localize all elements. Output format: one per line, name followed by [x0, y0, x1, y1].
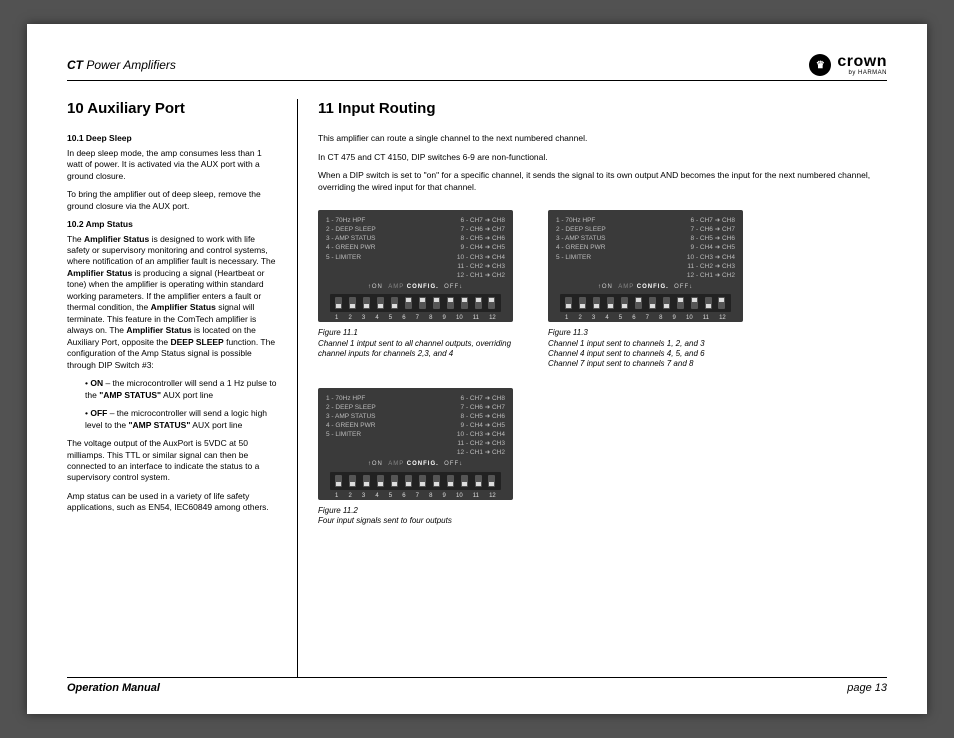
column-left: 10 Auxiliary Port 10.1 Deep Sleep In dee… [67, 99, 297, 677]
bullet-list: • ON – the microcontroller will send a 1… [85, 378, 277, 431]
figures-row-2: 1 - 70Hz HPF2 - DEEP SLEEP3 - AMP STATUS… [318, 388, 887, 527]
brand-text: crown by HARMAN [837, 54, 887, 76]
document-page: CT Power Amplifiers ♛ crown by HARMAN 10… [27, 24, 927, 714]
brand-logo: ♛ crown by HARMAN [809, 54, 887, 76]
footer-right: page 13 [847, 682, 887, 694]
brand-name: crown [837, 54, 887, 70]
para: When a DIP switch is set to "on" for a s… [318, 170, 887, 193]
dip-switch-diagram: 1 - 70Hz HPF2 - DEEP SLEEP3 - AMP STATUS… [548, 210, 743, 322]
figure-11-2: 1 - 70Hz HPF2 - DEEP SLEEP3 - AMP STATUS… [318, 388, 518, 527]
section-10-title: 10 Auxiliary Port [67, 99, 277, 119]
dip-switch-diagram: 1 - 70Hz HPF2 - DEEP SLEEP3 - AMP STATUS… [318, 210, 513, 322]
section-10-1-title: 10.1 Deep Sleep [67, 133, 277, 144]
para: The Amplifier Status is designed to work… [67, 234, 277, 372]
figure-11-3: 1 - 70Hz HPF2 - DEEP SLEEP3 - AMP STATUS… [548, 210, 748, 370]
para: In CT 475 and CT 4150, DIP switches 6-9 … [318, 152, 887, 163]
crown-icon: ♛ [809, 54, 831, 76]
column-right: 11 Input Routing This amplifier can rout… [297, 99, 887, 677]
para: In deep sleep mode, the amp consumes les… [67, 148, 277, 182]
para: This amplifier can route a single channe… [318, 133, 887, 144]
dip-switch-diagram: 1 - 70Hz HPF2 - DEEP SLEEP3 - AMP STATUS… [318, 388, 513, 500]
page-footer: Operation Manual page 13 [67, 677, 887, 694]
figures-row-1: 1 - 70Hz HPF2 - DEEP SLEEP3 - AMP STATUS… [318, 210, 887, 370]
para: The voltage output of the AuxPort is 5VD… [67, 438, 277, 484]
para: To bring the amplifier out of deep sleep… [67, 189, 277, 212]
brand-sub: by HARMAN [837, 70, 887, 76]
header-product: CT Power Amplifiers [67, 58, 176, 72]
page-header: CT Power Amplifiers ♛ crown by HARMAN [67, 54, 887, 81]
page-content: 10 Auxiliary Port 10.1 Deep Sleep In dee… [67, 99, 887, 677]
footer-left: Operation Manual [67, 682, 160, 694]
para: Amp status can be used in a variety of l… [67, 491, 277, 514]
figure-caption: Figure 11.2 Four input signals sent to f… [318, 506, 518, 527]
section-11-title: 11 Input Routing [318, 99, 887, 119]
product-rest: Power Amplifiers [83, 58, 176, 72]
bullet-on: • ON – the microcontroller will send a 1… [85, 378, 277, 401]
figure-caption: Figure 11.3 Channel 1 input sent to chan… [548, 328, 748, 370]
figure-11-1: 1 - 70Hz HPF2 - DEEP SLEEP3 - AMP STATUS… [318, 210, 518, 370]
section-10-2-title: 10.2 Amp Status [67, 219, 277, 230]
product-prefix: CT [67, 58, 83, 72]
bullet-off: • OFF – the microcontroller will send a … [85, 408, 277, 431]
figure-caption: Figure 11.1 Channel 1 intput sent to all… [318, 328, 518, 359]
